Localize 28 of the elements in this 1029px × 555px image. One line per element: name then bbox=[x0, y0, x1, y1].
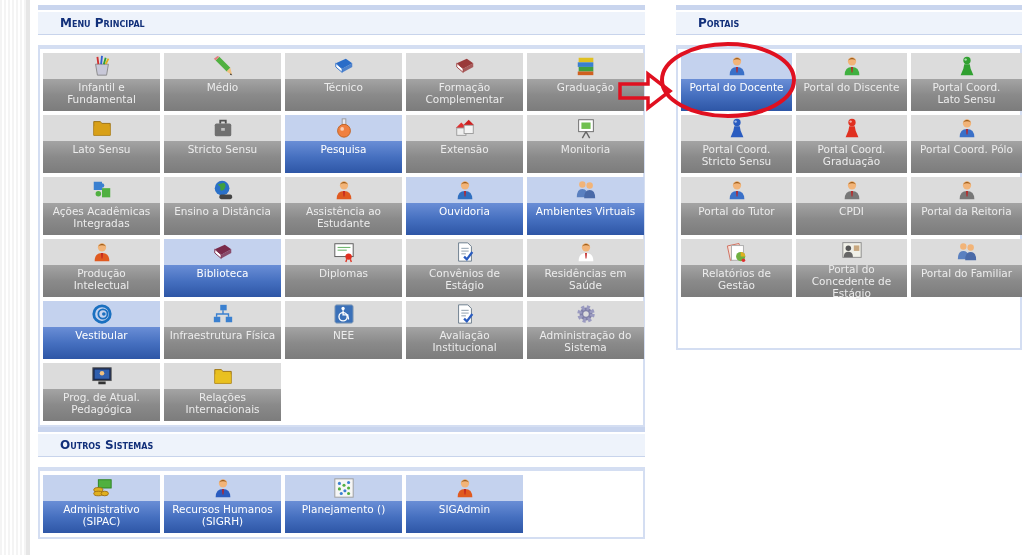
menu-tile[interactable]: SIGAdmin bbox=[406, 475, 523, 533]
gear-icon bbox=[574, 303, 597, 325]
menu-tile[interactable]: Portal do Docente bbox=[681, 53, 792, 111]
section-title: Outros Sistemas bbox=[60, 438, 154, 452]
menu-tile[interactable]: Administrativo (SIPAC) bbox=[43, 475, 160, 533]
menu-tile[interactable]: Ouvidoria bbox=[406, 177, 523, 235]
menu-tile[interactable]: Ambientes Virtuais bbox=[527, 177, 644, 235]
certificate-icon bbox=[332, 241, 355, 263]
annotation-arrow bbox=[618, 70, 673, 112]
section-title: Menu Principal bbox=[60, 16, 145, 30]
menu-tile[interactable]: Pesquisa bbox=[285, 115, 402, 173]
monitor-icon bbox=[90, 365, 113, 387]
people-icon bbox=[574, 179, 597, 201]
id-card-icon bbox=[840, 239, 863, 261]
menu-tile[interactable]: Planejamento () bbox=[285, 475, 402, 533]
wheelchair-icon bbox=[332, 303, 355, 325]
menu-tile[interactable]: Biblioteca bbox=[164, 239, 281, 297]
network-icon bbox=[211, 303, 234, 325]
pencil-icon bbox=[211, 55, 234, 77]
dot-grid-icon bbox=[332, 477, 355, 499]
coins-icon bbox=[90, 477, 113, 499]
houses-icon bbox=[453, 117, 476, 139]
report-icon bbox=[725, 241, 748, 263]
menu-tile[interactable]: Recursos Humanos (SIGRH) bbox=[164, 475, 281, 533]
menu-tile[interactable]: Vestibular bbox=[43, 301, 160, 359]
people-icon bbox=[955, 241, 978, 263]
swirl-icon bbox=[90, 303, 113, 325]
section-title: Portais bbox=[698, 16, 740, 30]
